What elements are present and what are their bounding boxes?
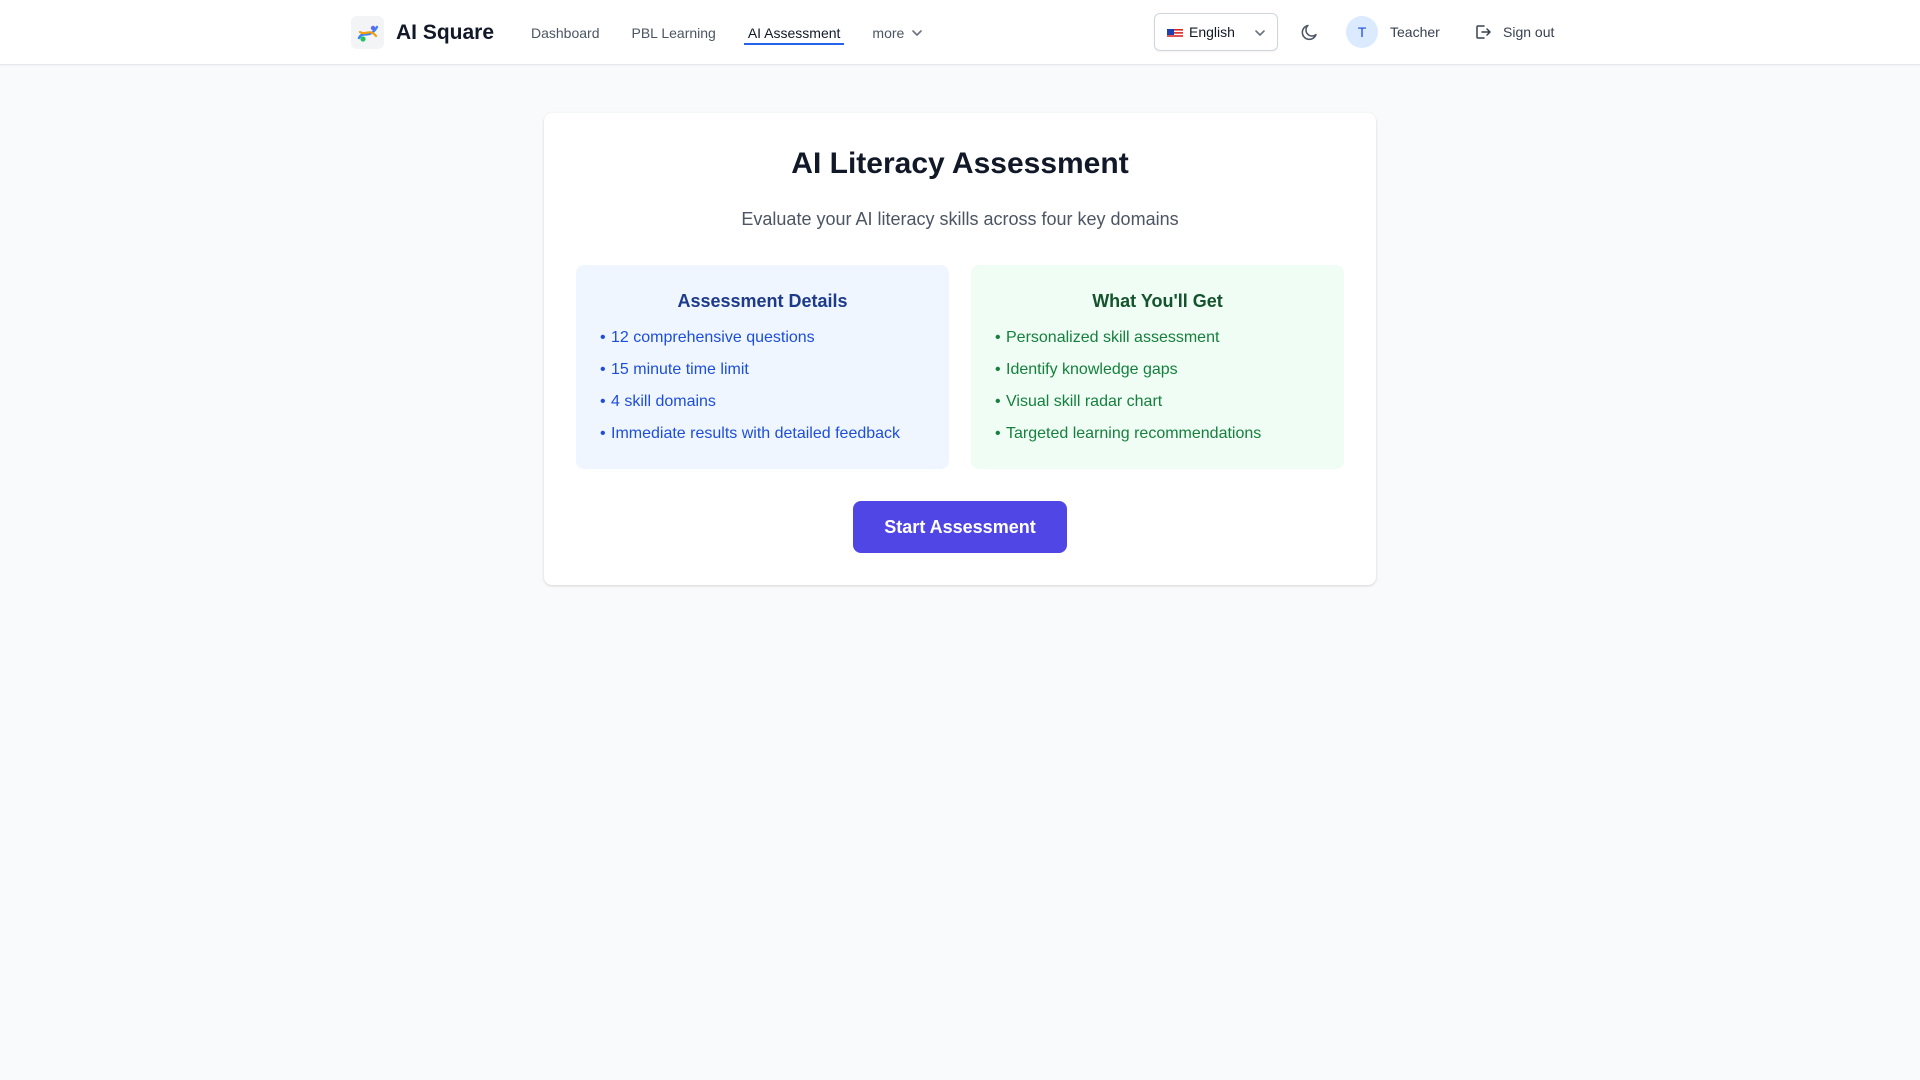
nav-dashboard[interactable]: Dashboard [531,0,600,65]
main-nav: Dashboard PBL Learning AI Assessment mor… [531,0,956,65]
nav-pbl-learning[interactable]: PBL Learning [632,0,716,65]
sign-out-label: Sign out [1503,24,1555,40]
ai-square-logo-icon [351,16,384,49]
assessment-details-title: Assessment Details [677,291,848,311]
sign-out-button[interactable]: Sign out [1473,22,1554,42]
chevron-down-icon [1255,30,1265,36]
user-name: Teacher [1390,24,1440,40]
assessment-intro-card: AI Literacy Assessment Evaluate your AI … [544,113,1376,585]
page-subtitle: Evaluate your AI literacy skills across … [741,209,1179,229]
nav-more-dropdown[interactable]: more [872,0,924,65]
language-value: English [1189,24,1235,40]
avatar: T [1346,16,1378,48]
language-select[interactable]: English [1154,13,1278,51]
brand-name: AI Square [396,20,495,44]
benefits-list: • Personalized skill assessment • Identify… [995,322,1320,450]
chevron-down-icon [912,29,923,36]
start-assessment-button[interactable]: Start Assessment [853,501,1067,553]
list-item: • 15 minute time limit [600,361,749,378]
list-item: • Immediate results with detailed feedbac… [600,425,901,442]
list-item: • Personalized skill assessment [995,329,1220,346]
list-item: • 4 skill domains [600,393,716,410]
list-item: • Visual skill radar chart [995,393,1163,410]
user-menu[interactable]: T Teacher [1346,16,1440,48]
moon-icon[interactable] [1300,22,1320,42]
nav-ai-assessment[interactable]: AI Assessment [743,0,845,65]
top-navbar: AI Square Dashboard PBL Learning AI Asse… [0,0,1920,65]
list-item: • Identify knowledge gaps [995,361,1178,378]
benefits-panel: What You'll Get • Personalized skill asse… [971,265,1344,469]
assessment-details-list: • 12 comprehensive questions • 15 minute t… [600,322,925,450]
list-item: • 12 comprehensive questions [600,329,815,346]
us-flag-icon [1167,27,1183,38]
list-item: • Targeted learning recommendations [995,425,1262,442]
nav-more-label: more [872,24,905,41]
benefits-title: What You'll Get [1092,291,1223,311]
logout-icon [1476,25,1491,39]
assessment-details-panel: Assessment Details • 12 comprehensive que… [576,265,949,469]
brand[interactable]: AI Square [351,16,494,49]
page-title: AI Literacy Assessment [791,147,1129,180]
